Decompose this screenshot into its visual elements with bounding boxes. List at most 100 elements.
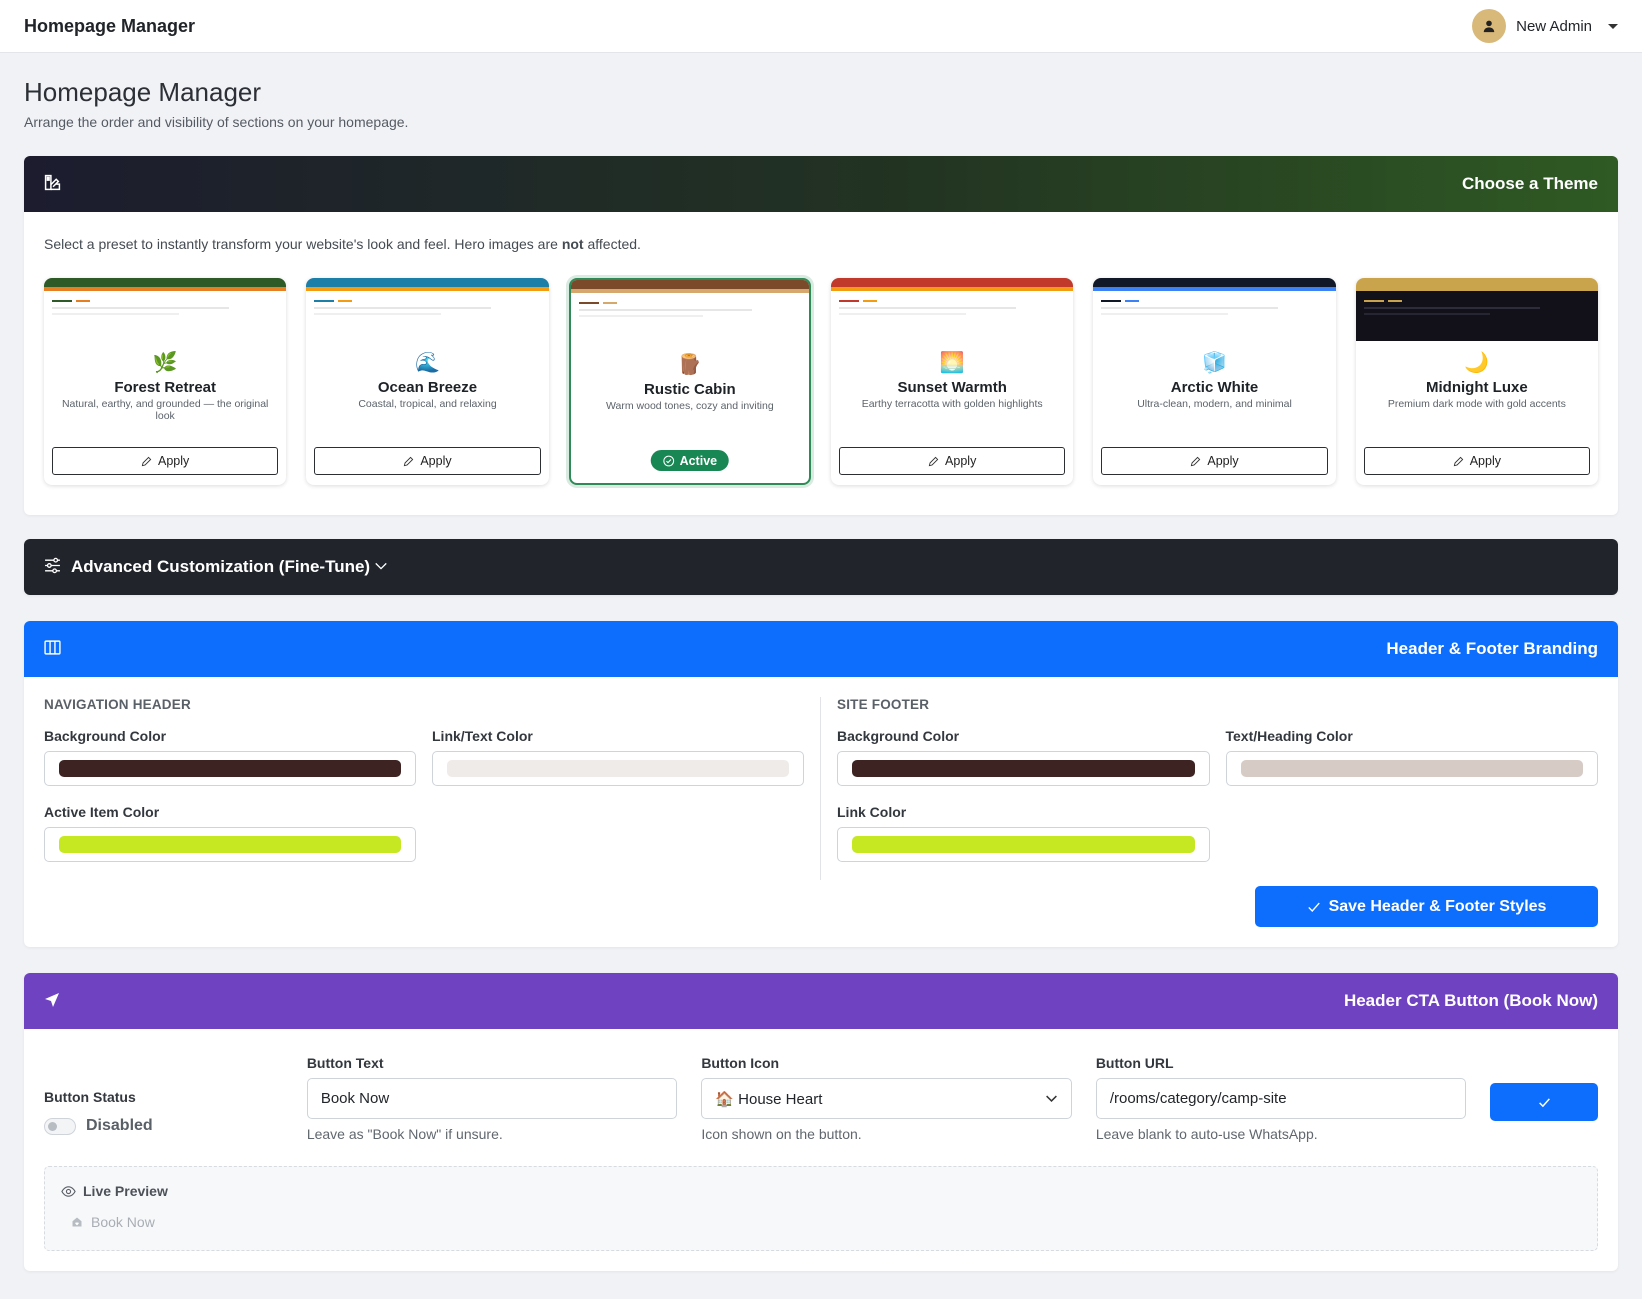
nav-header-column: NAVIGATION HEADER Background Color Link/… (44, 697, 821, 880)
nav-active-color-input[interactable] (44, 827, 416, 862)
theme-section-title: Choose a Theme (1461, 174, 1598, 193)
theme-emoji-icon: 🌊 (415, 352, 440, 374)
theme-emoji-icon: 🧊 (1202, 352, 1227, 374)
active-badge: Active (650, 450, 730, 471)
theme-card-header: Choose a Theme (24, 156, 1618, 212)
footer-bg-label: Background Color (837, 728, 960, 744)
live-preview-label: Live Preview (83, 1183, 168, 1199)
apply-theme-button[interactable]: Apply (839, 447, 1066, 475)
cta-title: Header CTA Button (Book Now) (1343, 991, 1598, 1010)
button-text-hint: Leave as "Book Now" if unsure. (306, 1126, 503, 1142)
theme-preview-mock (1093, 291, 1335, 341)
theme-description: Coastal, tropical, and relaxing (358, 398, 497, 410)
save-cta-button[interactable] (1490, 1083, 1598, 1121)
theme-card-sunset-warmth[interactable]: 🌅 Sunset Warmth Earthy terracotta with g… (831, 278, 1074, 485)
theme-name: Arctic White (1170, 379, 1259, 396)
apply-label: Apply (1207, 454, 1239, 468)
footer-link-label: Link Color (837, 804, 907, 820)
theme-description: Earthy terracotta with golden highlights (861, 398, 1043, 410)
user-menu[interactable]: New Admin (1472, 9, 1618, 43)
theme-card-forest-retreat[interactable]: 🌿 Forest Retreat Natural, earthy, and gr… (44, 278, 287, 485)
user-avatar-icon (1472, 9, 1507, 43)
sliders-icon (44, 557, 61, 577)
branding-card-header: Header & Footer Branding (24, 621, 1618, 677)
user-name: New Admin (1516, 17, 1592, 35)
apply-theme-button[interactable]: Apply (1363, 447, 1591, 475)
apply-theme-button[interactable]: Apply (1101, 447, 1328, 475)
nav-bg-label: Background Color (44, 728, 167, 744)
chevron-down-icon (1045, 1095, 1057, 1102)
apply-label: Apply (158, 454, 190, 468)
theme-name: Ocean Breeze (377, 379, 478, 396)
page-title: Homepage Manager (24, 77, 262, 107)
theme-preview-mock (571, 293, 809, 343)
theme-preview-mock (831, 291, 1073, 341)
button-icon-select[interactable]: 🏠 House Heart (701, 1078, 1072, 1119)
theme-emoji-icon: 🌅 (939, 352, 965, 374)
button-url-input[interactable]: /rooms/category/camp-site (1095, 1078, 1467, 1119)
theme-description: Premium dark mode with gold accents (1387, 398, 1566, 410)
theme-preview-stripe (570, 280, 810, 293)
button-text-value: Book Now (320, 1090, 390, 1107)
theme-preview-stripe (306, 278, 549, 291)
nav-active-label: Active Item Color (44, 804, 160, 820)
button-text-label: Button Text (306, 1055, 384, 1071)
button-icon-value: 🏠 House Heart (715, 1090, 823, 1108)
theme-card-arctic-white[interactable]: 🧊 Arctic White Ultra-clean, modern, and … (1093, 278, 1336, 485)
pencil-icon (404, 456, 414, 466)
footer-text-color-input[interactable] (1225, 751, 1598, 786)
theme-card-rustic-cabin[interactable]: 🪵 Rustic Cabin Warm wood tones, cozy and… (568, 278, 812, 485)
theme-name: Forest Retreat (114, 379, 217, 396)
button-icon-label: Button Icon (701, 1055, 780, 1071)
nav-text-color-input[interactable] (432, 751, 804, 786)
nav-header-caption: NAVIGATION HEADER (44, 697, 191, 712)
house-heart-icon (72, 1217, 82, 1227)
nav-text-label: Link/Text Color (432, 728, 533, 744)
theme-card: Choose a Theme Select a preset to instan… (24, 156, 1618, 515)
button-url-hint: Leave blank to auto-use WhatsApp. (1095, 1126, 1318, 1142)
theme-card-midnight-luxe[interactable]: 🌙 Midnight Luxe Premium dark mode with g… (1355, 278, 1599, 485)
button-status-label: Button Status (44, 1089, 136, 1105)
layout-columns-icon (44, 639, 61, 659)
button-text-input[interactable]: Book Now (306, 1078, 678, 1119)
top-navbar: Homepage Manager New Admin (0, 0, 1642, 53)
site-footer-column: SITE FOOTER Background Color Text/Headin… (821, 697, 1598, 880)
chevron-down-icon (1608, 23, 1618, 29)
theme-emoji-icon: 🪵 (677, 354, 703, 376)
theme-preview-mock (306, 291, 548, 341)
theme-name: Rustic Cabin (644, 381, 736, 398)
theme-description: Natural, earthy, and grounded — the orig… (61, 398, 269, 423)
chevron-down-icon (374, 559, 388, 576)
nav-bg-color-input[interactable] (44, 751, 416, 786)
save-button-label: Save Header & Footer Styles (1328, 897, 1547, 915)
color-swatch (852, 760, 1195, 777)
theme-preview-mock (44, 291, 286, 341)
theme-card-ocean-breeze[interactable]: 🌊 Ocean Breeze Coastal, tropical, and re… (306, 278, 549, 485)
theme-preview-stripe (44, 278, 287, 291)
preview-button-label: Book Now (91, 1214, 155, 1230)
check-circle-icon (663, 455, 674, 466)
pencil-icon (1453, 456, 1463, 466)
eye-icon (61, 1185, 76, 1197)
advanced-toggle[interactable]: Advanced Customization (Fine-Tune) (24, 539, 1618, 595)
color-swatch (1240, 760, 1583, 777)
branding-card: Header & Footer Branding NAVIGATION HEAD… (24, 621, 1618, 947)
send-icon (44, 992, 60, 1011)
theme-preview-mock (1355, 291, 1599, 341)
button-url-label: Button URL (1095, 1055, 1174, 1071)
pencil-icon (928, 456, 939, 466)
color-swatch (852, 836, 1195, 853)
pencil-icon (141, 456, 152, 466)
footer-link-color-input[interactable] (837, 827, 1210, 862)
app-title[interactable]: Homepage Manager (24, 16, 195, 37)
cta-card: Header CTA Button (Book Now) Button Stat… (24, 973, 1618, 1271)
save-header-footer-button[interactable]: Save Header & Footer Styles (1255, 886, 1598, 927)
apply-theme-button[interactable]: Apply (52, 447, 279, 475)
button-status-toggle[interactable] (44, 1117, 76, 1135)
color-swatch (59, 836, 401, 853)
button-icon-hint: Icon shown on the button. (701, 1126, 862, 1142)
footer-bg-color-input[interactable] (837, 751, 1210, 786)
apply-theme-button[interactable]: Apply (314, 447, 541, 475)
theme-description: Warm wood tones, cozy and inviting (606, 400, 774, 412)
theme-name: Sunset Warmth (897, 379, 1007, 396)
